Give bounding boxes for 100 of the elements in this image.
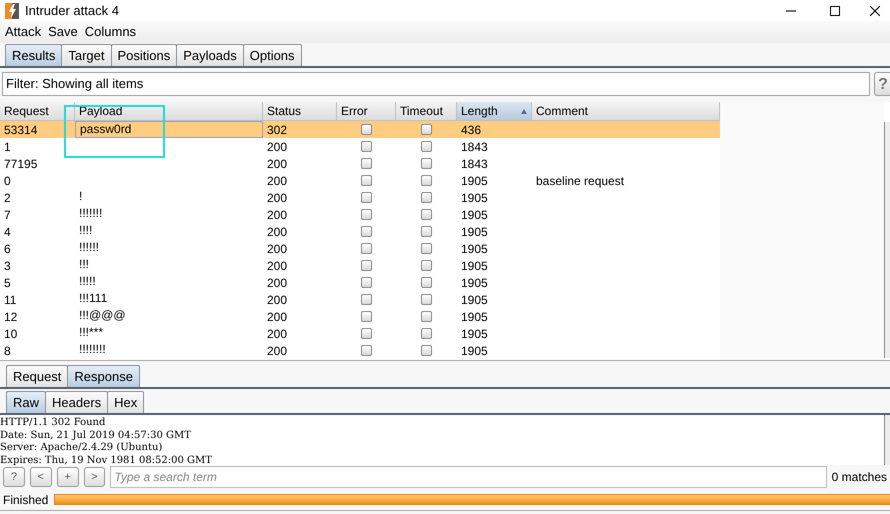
checkbox[interactable] bbox=[421, 209, 432, 220]
checkbox[interactable] bbox=[361, 141, 372, 152]
checkbox[interactable] bbox=[421, 311, 432, 322]
search-nav-button[interactable]: > bbox=[84, 467, 106, 487]
table-cell-text: 1905 bbox=[460, 292, 489, 308]
table-cell-text: 4 bbox=[3, 224, 12, 240]
column-header[interactable]: Status bbox=[263, 102, 337, 120]
checkbox[interactable] bbox=[421, 277, 432, 288]
help-button[interactable]: ? bbox=[874, 72, 890, 96]
table-cell-text: 1905 bbox=[460, 190, 489, 206]
table-cell-text: ! bbox=[78, 189, 84, 205]
table-cell-text: 200 bbox=[266, 308, 288, 326]
search-nav-button[interactable]: + bbox=[56, 467, 79, 487]
column-header[interactable]: Error bbox=[337, 102, 396, 120]
checkbox[interactable] bbox=[421, 175, 432, 186]
table-cell-text: 200 bbox=[266, 190, 288, 206]
checkbox[interactable] bbox=[361, 260, 372, 271]
table-cell-text: 0 bbox=[3, 172, 12, 190]
table-row[interactable]: 53314 passw0rd 302 436 bbox=[0, 121, 720, 138]
table-cell-text: 1905 bbox=[460, 326, 489, 342]
column-header[interactable]: Length bbox=[457, 102, 532, 120]
column-header[interactable]: Request bbox=[0, 102, 75, 120]
checkbox[interactable] bbox=[361, 328, 372, 339]
window-title: Intruder attack 4 bbox=[25, 2, 119, 20]
checkbox[interactable] bbox=[421, 294, 432, 305]
checkbox[interactable] bbox=[421, 260, 432, 271]
table-cell-text: 200 bbox=[266, 342, 288, 360]
table-cell-text: !!!!!!! bbox=[78, 206, 104, 222]
checkbox[interactable] bbox=[361, 209, 372, 220]
table-cell-text: 1905 bbox=[460, 172, 489, 190]
match-count: 0 matches bbox=[832, 469, 888, 486]
table-cell-text: !!!111 bbox=[78, 291, 108, 307]
checkbox[interactable] bbox=[421, 243, 432, 254]
checkbox[interactable] bbox=[361, 294, 372, 305]
app-logo-icon bbox=[5, 2, 19, 18]
checkbox[interactable] bbox=[361, 277, 372, 288]
close-icon[interactable] bbox=[870, 6, 880, 16]
table-cell-text: 200 bbox=[266, 326, 288, 342]
checkbox[interactable] bbox=[361, 311, 372, 322]
checkbox[interactable] bbox=[421, 158, 432, 169]
maximize-icon[interactable] bbox=[830, 6, 840, 16]
checkbox[interactable] bbox=[421, 192, 432, 203]
table-cell-text: 1905 bbox=[460, 206, 489, 224]
checkbox[interactable] bbox=[361, 192, 372, 203]
scrollbar[interactable] bbox=[884, 122, 890, 358]
table-cell-text: 200 bbox=[266, 258, 288, 274]
checkbox[interactable] bbox=[361, 124, 372, 135]
menu-item[interactable]: Attack bbox=[5, 22, 42, 42]
table-cell-text: 2 bbox=[3, 190, 12, 206]
search-field[interactable]: Type a search term bbox=[110, 466, 827, 488]
table-cell-text: !!!@@@ bbox=[78, 308, 127, 324]
checkbox[interactable] bbox=[361, 345, 372, 356]
checkbox[interactable] bbox=[361, 175, 372, 186]
table-cell-text: 1905 bbox=[460, 224, 489, 240]
table-cell-text: 1843 bbox=[460, 156, 489, 172]
checkbox[interactable] bbox=[361, 158, 372, 169]
table-cell-text: 1905 bbox=[460, 258, 489, 274]
tab[interactable]: Headers bbox=[45, 391, 108, 413]
table-cell-text: 3 bbox=[3, 258, 12, 274]
filter-bar[interactable]: Filter: Showing all items bbox=[2, 72, 870, 96]
table-cell-text: 77195 bbox=[3, 156, 38, 172]
menu-item[interactable]: Save bbox=[48, 22, 78, 42]
table-cell-text: 1843 bbox=[460, 138, 489, 156]
response-line: Expires: Thu, 19 Nov 1981 08:52:00 GMT bbox=[0, 454, 213, 465]
table-cell-text: 200 bbox=[266, 224, 288, 240]
column-header[interactable]: Payload bbox=[75, 102, 263, 120]
table-cell-text: 200 bbox=[266, 206, 288, 224]
table-cell-text: 200 bbox=[266, 240, 288, 258]
table-cell-text: 7 bbox=[3, 206, 12, 224]
tab[interactable]: Target bbox=[61, 44, 112, 66]
menu-item[interactable]: Columns bbox=[84, 22, 136, 42]
tab[interactable]: Options bbox=[242, 44, 302, 66]
checkbox[interactable] bbox=[421, 124, 432, 135]
table-cell-text: 6 bbox=[3, 240, 12, 258]
table-cell-text: 1905 bbox=[460, 240, 489, 258]
search-nav-button[interactable]: < bbox=[30, 467, 52, 487]
tab[interactable]: Response bbox=[67, 365, 140, 387]
table-cell-text: !!!! bbox=[78, 223, 94, 239]
table-cell-text: 5 bbox=[3, 274, 12, 292]
table-cell-text: 200 bbox=[266, 292, 288, 308]
table-cell-text: 436 bbox=[460, 122, 482, 138]
tab[interactable]: Results bbox=[5, 44, 62, 66]
tab[interactable]: Raw bbox=[6, 391, 46, 413]
table-cell-text: baseline request bbox=[535, 172, 626, 190]
search-nav-button[interactable]: ? bbox=[3, 467, 25, 487]
checkbox[interactable] bbox=[421, 328, 432, 339]
checkbox[interactable] bbox=[361, 226, 372, 237]
table-cell-text: 1905 bbox=[460, 342, 489, 360]
table-cell-text: !!!*** bbox=[78, 325, 104, 341]
checkbox[interactable] bbox=[421, 345, 432, 356]
tab[interactable]: Positions bbox=[110, 44, 178, 66]
tab[interactable]: Hex bbox=[107, 391, 144, 413]
table-cell-text: 200 bbox=[266, 156, 288, 172]
checkbox[interactable] bbox=[361, 243, 372, 254]
scrollbar[interactable] bbox=[884, 415, 890, 465]
tab[interactable]: Payloads bbox=[176, 44, 244, 66]
table-cell-text: !!! bbox=[78, 257, 90, 273]
checkbox[interactable] bbox=[421, 141, 432, 152]
checkbox[interactable] bbox=[421, 226, 432, 237]
tab[interactable]: Request bbox=[6, 365, 68, 387]
